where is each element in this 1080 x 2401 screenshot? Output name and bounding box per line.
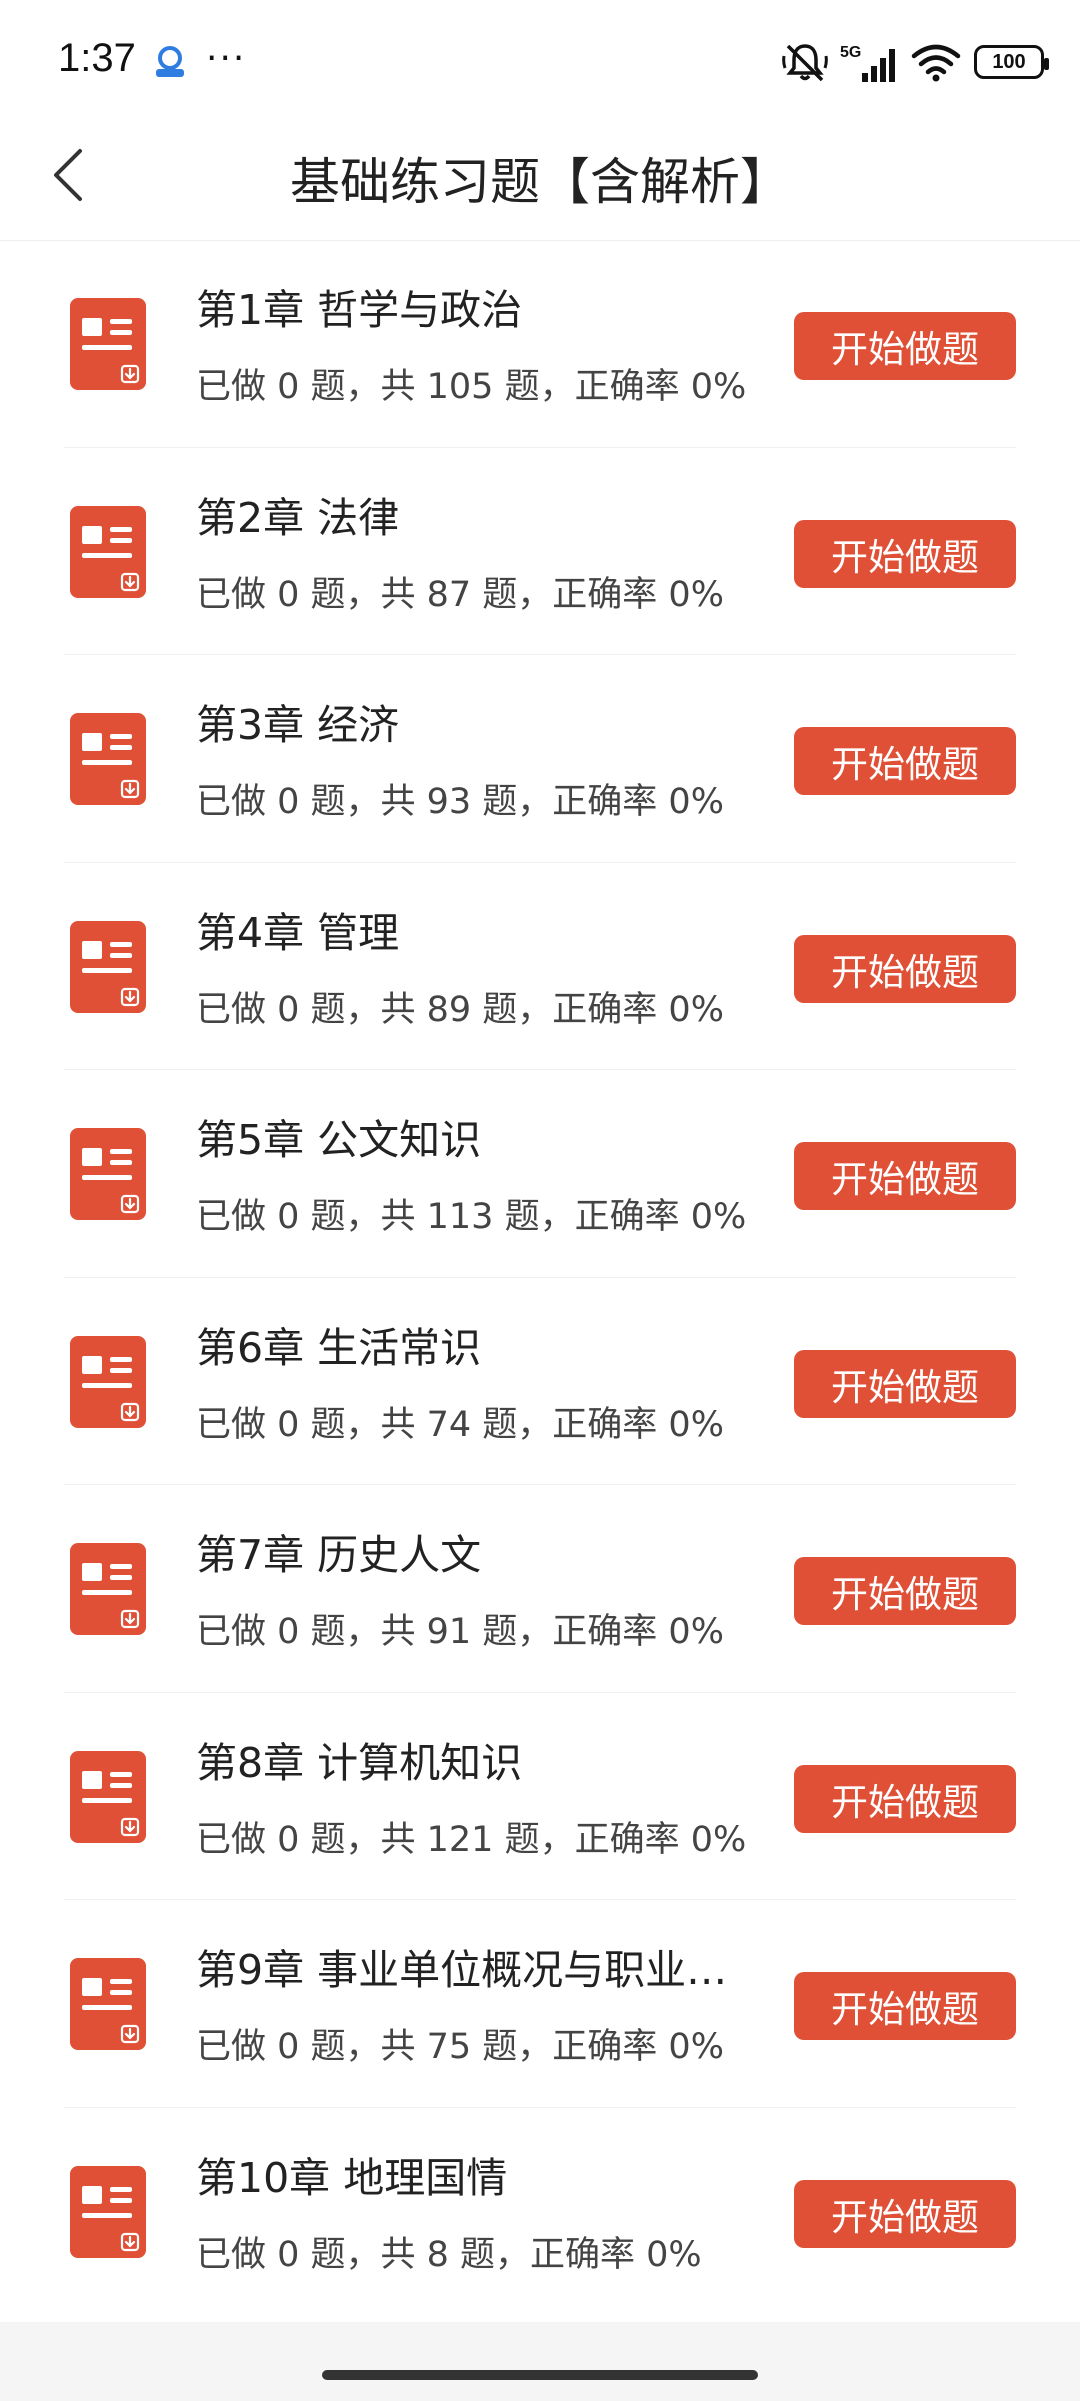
app-notification-icon [156, 46, 184, 77]
document-icon [70, 298, 146, 390]
start-practice-button[interactable]: 开始做题 [794, 934, 1016, 1003]
network-type-label: 5G [840, 44, 861, 61]
chapter-item[interactable]: 第3章 经济 已做 0 题，共 93 题，正确率 0% 开始做题 [64, 655, 1016, 863]
chapter-title: 第5章 公文知识 [196, 1116, 482, 1164]
chapter-item[interactable]: 第9章 事业单位概况与职业… 已做 0 题，共 75 题，正确率 0% 开始做题 [64, 1900, 1016, 2108]
chapter-title: 第6章 生活常识 [196, 1323, 482, 1372]
chapter-item[interactable]: 第2章 法律 已做 0 题，共 87 题，正确率 0% 开始做题 [64, 448, 1016, 655]
start-practice-button[interactable]: 开始做题 [794, 2179, 1016, 2248]
chapter-item[interactable]: 第1章 哲学与政治 已做 0 题，共 105 题，正确率 0% 开始做题 [64, 240, 1016, 448]
chapter-item[interactable]: 第4章 管理 已做 0 题，共 89 题，正确率 0% 开始做题 [64, 863, 1016, 1070]
document-icon [70, 2165, 146, 2258]
start-practice-button[interactable]: 开始做题 [794, 1142, 1016, 1210]
document-icon [70, 1128, 146, 1220]
document-icon [70, 1543, 146, 1635]
chapter-stats: 已做 0 题，共 8 题，正确率 0% [196, 2234, 702, 2275]
chapter-stats: 已做 0 题，共 121 题，正确率 0% [196, 1819, 747, 1860]
start-practice-button[interactable]: 开始做题 [794, 1972, 1016, 2040]
page-title: 基础练习题【含解析】 [290, 153, 790, 211]
chapter-stats: 已做 0 题，共 75 题，正确率 0% [196, 2027, 724, 2067]
document-icon [70, 1958, 146, 2050]
document-icon [70, 505, 146, 598]
start-practice-button[interactable]: 开始做题 [794, 519, 1016, 588]
bottom-strip [0, 2322, 1080, 2401]
home-indicator[interactable] [322, 2370, 758, 2380]
chapter-stats: 已做 0 题，共 74 题，正确率 0% [196, 1404, 724, 1445]
chapter-list: 第1章 哲学与政治 已做 0 题，共 105 题，正确率 0% 开始做题 第2章… [0, 240, 1080, 2315]
chapter-title: 第9章 事业单位概况与职业… [196, 1946, 728, 1994]
signal-icon: 5G [840, 44, 895, 82]
chapter-item[interactable]: 第6章 生活常识 已做 0 题，共 74 题，正确率 0% 开始做题 [64, 1278, 1016, 1485]
chapter-title: 第10章 地理国情 [196, 2153, 508, 2202]
chapter-stats: 已做 0 题，共 89 题，正确率 0% [196, 989, 724, 1030]
start-practice-button[interactable]: 开始做题 [794, 1764, 1016, 1833]
bell-off-icon [782, 44, 828, 82]
more-notifications-icon: ··· [206, 38, 247, 79]
start-practice-button[interactable]: 开始做题 [794, 312, 1016, 380]
status-time: 1:37 [58, 36, 136, 80]
document-icon [70, 1750, 146, 1843]
header-bar: 基础练习题【含解析】 [0, 110, 1080, 241]
battery-icon: 100 [974, 45, 1049, 79]
chapter-item[interactable]: 第10章 地理国情 已做 0 题，共 8 题，正确率 0% 开始做题 [64, 2108, 1016, 2316]
chapter-stats: 已做 0 题，共 91 题，正确率 0% [196, 1612, 724, 1652]
status-bar: 1:37 ··· 5G 100 [0, 0, 1080, 110]
wifi-icon [911, 44, 961, 82]
document-icon [70, 920, 146, 1013]
start-practice-button[interactable]: 开始做题 [794, 727, 1016, 795]
status-icons: 5G 100 [782, 40, 1049, 84]
chapter-title: 第3章 经济 [196, 701, 400, 749]
document-icon [70, 1335, 146, 1428]
chapter-item[interactable]: 第5章 公文知识 已做 0 题，共 113 题，正确率 0% 开始做题 [64, 1070, 1016, 1278]
chapter-stats: 已做 0 题，共 113 题，正确率 0% [196, 1197, 747, 1237]
chapter-title: 第4章 管理 [196, 908, 400, 957]
chapter-item[interactable]: 第7章 历史人文 已做 0 题，共 91 题，正确率 0% 开始做题 [64, 1485, 1016, 1693]
chapter-title: 第7章 历史人文 [196, 1531, 482, 1579]
chapter-stats: 已做 0 题，共 87 题，正确率 0% [196, 574, 724, 615]
chapter-title: 第8章 计算机知识 [196, 1738, 523, 1787]
chapter-item[interactable]: 第8章 计算机知识 已做 0 题，共 121 题，正确率 0% 开始做题 [64, 1693, 1016, 1900]
chapter-title: 第2章 法律 [196, 493, 400, 542]
document-icon [70, 713, 146, 805]
start-practice-button[interactable]: 开始做题 [794, 1557, 1016, 1625]
start-practice-button[interactable]: 开始做题 [794, 1349, 1016, 1418]
chapter-stats: 已做 0 题，共 105 题，正确率 0% [196, 367, 747, 407]
chapter-stats: 已做 0 题，共 93 题，正确率 0% [196, 782, 724, 822]
chapter-title: 第1章 哲学与政治 [196, 286, 523, 334]
